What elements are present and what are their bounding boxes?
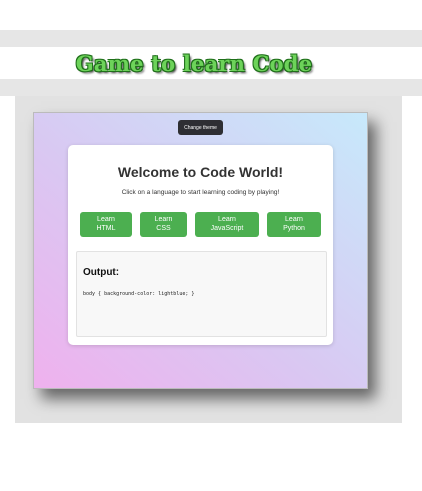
learn-css-line1: Learn <box>154 216 173 224</box>
learn-html-button[interactable]: Learn HTML <box>80 212 132 237</box>
learn-html-line1: Learn <box>97 216 115 224</box>
app-preview: Change theme Welcome to Code World! Clic… <box>33 112 368 389</box>
learn-html-line2: HTML <box>96 224 116 232</box>
learn-python-button[interactable]: Learn Python <box>267 212 321 237</box>
top-band <box>0 30 422 47</box>
learn-python-line1: Learn <box>285 216 303 224</box>
learn-css-line2: CSS <box>156 224 171 232</box>
learn-css-button[interactable]: Learn CSS <box>140 212 187 237</box>
output-panel: Output: body { background-color: lightbl… <box>76 251 327 337</box>
output-code: body { background-color: lightblue; } <box>83 291 195 297</box>
learn-javascript-button[interactable]: Learn JavaScript <box>195 212 259 237</box>
change-theme-button[interactable]: Change theme <box>178 120 223 135</box>
card-subtitle: Click on a language to start learning co… <box>121 189 280 196</box>
learn-javascript-line2: JavaScript <box>210 224 244 232</box>
divider-band <box>0 79 422 96</box>
output-title: Output: <box>83 267 120 278</box>
welcome-card: Welcome to Code World! Click on a langua… <box>68 145 333 345</box>
learn-javascript-line1: Learn <box>218 216 236 224</box>
card-title: Welcome to Code World! <box>117 164 284 180</box>
learn-python-line2: Python <box>283 224 305 232</box>
page-heading: Game to learn Code <box>75 51 313 76</box>
